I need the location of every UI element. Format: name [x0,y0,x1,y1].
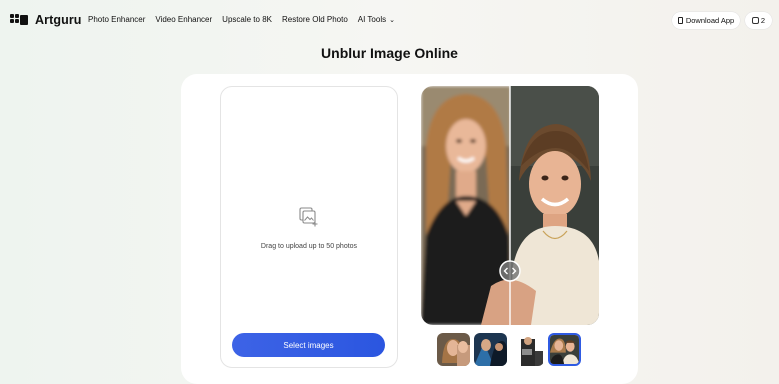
coin-icon [751,17,759,24]
main-nav: Photo Enhancer Video Enhancer Upscale to… [88,15,405,24]
add-image-icon [299,207,318,227]
sample-thumbnails [437,333,581,366]
upload-hint: Drag to upload up to 50 photos [260,243,358,250]
preview-photo [421,86,599,325]
thumbnail-photo [550,335,579,364]
compare-handle-icon[interactable] [499,260,521,282]
nav-upscale-8k[interactable]: Upscale to 8K [222,15,272,24]
nav-ai-tools[interactable]: AI Tools ⌄ [358,15,395,24]
page-title: Unblur Image Online [321,45,458,61]
sample-thumbnail-selected[interactable] [548,333,581,366]
phone-icon [677,17,683,24]
before-after-preview [421,86,599,325]
download-app-button[interactable]: Download App [672,12,740,29]
credits-count: 2 [760,16,766,25]
chevron-down-icon: ⌄ [389,17,395,24]
thumbnail-photo [437,333,470,366]
sample-thumbnail[interactable] [437,333,470,366]
top-navigation-bar: Artguru Photo Enhancer Video Enhancer Up… [0,0,779,42]
nav-ai-tools-label: AI Tools [357,15,387,24]
download-app-label: Download App [685,16,735,25]
brand-logo[interactable]: Artguru [10,13,82,27]
artguru-logo-icon [10,14,30,26]
thumbnail-photo [474,333,507,366]
credits-button[interactable]: 2 [745,12,772,29]
nav-photo-enhancer[interactable]: Photo Enhancer [88,15,145,24]
sample-thumbnail[interactable] [474,333,507,366]
nav-restore-old-photo[interactable]: Restore Old Photo [282,15,348,24]
select-images-button[interactable]: Select images [232,333,385,357]
brand-name: Artguru [35,13,82,27]
nav-video-enhancer[interactable]: Video Enhancer [155,15,212,24]
thumbnail-photo [511,333,544,366]
sample-thumbnail[interactable] [511,333,544,366]
